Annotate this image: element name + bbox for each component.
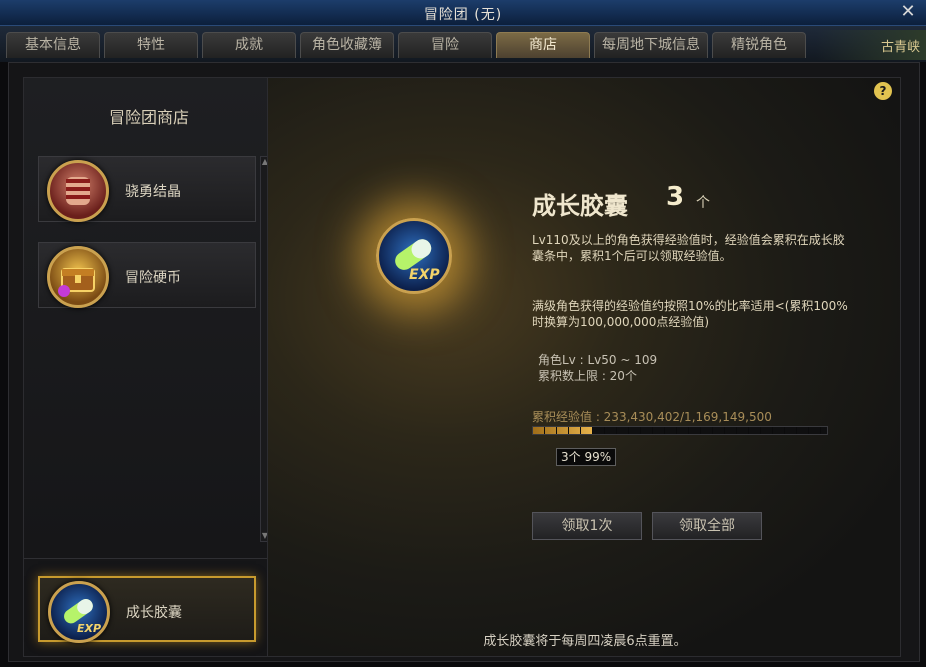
shop-item-growth-capsule[interactable]: EXP 成长胶囊 [38, 576, 256, 643]
shop-item-label: 骁勇结晶 [125, 184, 181, 200]
shop-item-adventure-coin[interactable]: 冒险硬币 [38, 242, 256, 308]
exp-progress-bar [532, 426, 828, 435]
svg-text:EXP: EXP [409, 267, 440, 283]
claim-all-button[interactable]: 领取全部 [652, 512, 762, 540]
treasure-chest-icon [47, 246, 109, 308]
tab-traits[interactable]: 特性 [104, 32, 198, 58]
claim-once-button[interactable]: 领取1次 [532, 512, 642, 540]
tab-weekly-dungeon[interactable]: 每周地下城信息 [594, 32, 708, 58]
sidebar-title: 冒险团商店 [108, 108, 189, 127]
fist-crystal-icon [47, 160, 109, 222]
tab-deco-text: 古青峡 [880, 40, 920, 55]
reset-notice: 成长胶囊将于每周四凌晨6点重置。 [483, 634, 687, 649]
item-count-unit: 个 [696, 195, 710, 211]
exp-capsule-icon: EXP [48, 581, 110, 643]
tab-adventure[interactable]: 冒险 [398, 32, 492, 58]
stat-character-level: 角色Lv : Lv50 ~ 109 [538, 353, 658, 367]
item-description-1: Lv110及以上的角色获得经验值时，经验值会累积在成长胶囊条中，累积1个后可以领… [532, 233, 845, 263]
window-title: 冒险团 (无) [423, 7, 503, 23]
tab-bar: 基本信息 特性 成就 角色收藏簿 冒险 商店 每周地下城信息 精锐角色 古青峡 [0, 26, 926, 62]
tab-elite-characters[interactable]: 精锐角色 [712, 32, 806, 58]
exp-progress-tooltip: 3个 99% [556, 448, 617, 466]
tab-shop[interactable]: 商店 [496, 32, 590, 58]
item-count: 3 [666, 182, 685, 212]
close-icon[interactable]: ✕ [898, 2, 918, 22]
shop-item-valor-crystal[interactable]: 骁勇结晶 [38, 156, 256, 222]
sidebar-divider [24, 558, 274, 559]
item-description-2: 满级角色获得的经验值约按照10%的比率适用<(累积100%时换算为100,000… [532, 299, 848, 329]
shop-item-label: 成长胶囊 [126, 605, 182, 621]
exp-progress-segments [533, 427, 827, 434]
exp-capsule-large-icon: EXP [376, 218, 452, 294]
tab-achievements[interactable]: 成就 [202, 32, 296, 58]
item-name: 成长胶囊 [532, 192, 628, 220]
tab-basic-info[interactable]: 基本信息 [6, 32, 100, 58]
help-icon[interactable]: ? [874, 82, 892, 100]
window-titlebar: 冒险团 (无) ✕ [0, 0, 926, 26]
svg-text:EXP: EXP [77, 622, 101, 635]
shop-item-label: 冒险硬币 [125, 270, 181, 286]
main-frame: 冒险团商店 骁勇结晶 冒险硬币 ▲ ▼ EXP 成长胶囊 ? EXP 成长胶囊 … [8, 62, 920, 662]
item-detail-panel: ? EXP 成长胶囊 3 个 Lv110及以上的角色获得经验值时，经验值会累积在… [267, 77, 901, 657]
tab-collection[interactable]: 角色收藏簿 [300, 32, 394, 58]
stat-accumulation-limit: 累积数上限 : 20个 [538, 369, 637, 383]
shop-sidebar: 冒险团商店 骁勇结晶 冒险硬币 ▲ ▼ EXP 成长胶囊 [23, 77, 274, 657]
accumulated-exp-label: 累积经验值 : 233,430,402/1,169,149,500 [532, 410, 772, 424]
tab-bar-decoration: 古青峡 [816, 30, 926, 60]
